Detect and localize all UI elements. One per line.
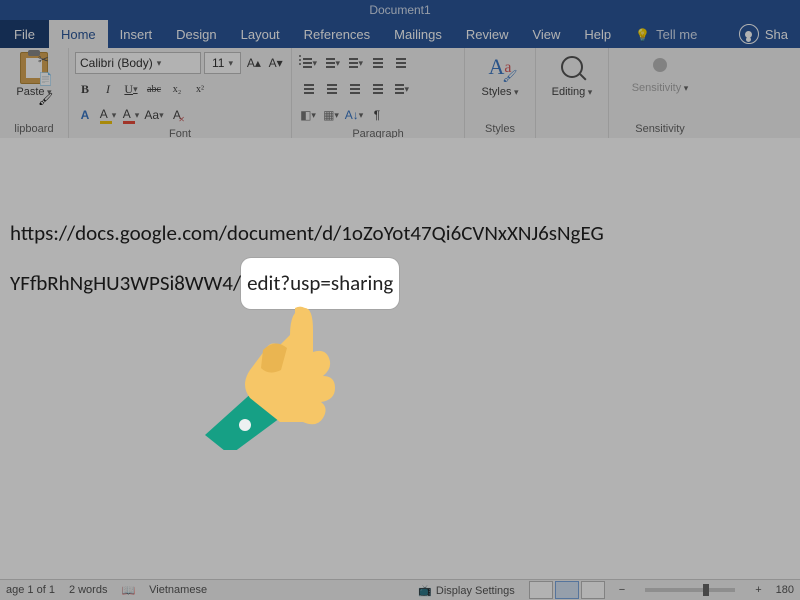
bullets-button[interactable] [298, 52, 318, 74]
url-line2a[interactable]: YFfbRhNgHU3WPSi8WW4/ [10, 270, 241, 296]
tab-review[interactable]: Review [454, 20, 521, 48]
font-color-button[interactable]: A [121, 104, 141, 126]
lightbulb-icon [635, 27, 650, 42]
strikethrough-button[interactable]: abc [144, 78, 164, 100]
align-center-button[interactable] [321, 78, 341, 100]
editing-button[interactable]: Editing [552, 86, 593, 98]
tell-me[interactable]: Tell me [623, 20, 709, 48]
subscript-button[interactable]: x₂ [167, 78, 187, 100]
format-painter-icon[interactable] [38, 92, 52, 106]
editing-group-label [570, 121, 573, 137]
shading-button[interactable]: ◧ [298, 104, 318, 126]
zoom-slider[interactable] [645, 588, 735, 592]
copy-icon[interactable] [38, 72, 52, 86]
highlight-color-button[interactable]: A [98, 104, 118, 126]
clear-format-button[interactable]: A✕ [167, 104, 187, 126]
zoom-percent[interactable]: 180 [776, 584, 794, 596]
cut-icon[interactable] [38, 52, 52, 66]
group-font: Calibri (Body) 11 A▴ A▾ B I U abc x₂ x² … [69, 48, 292, 138]
tab-mailings[interactable]: Mailings [382, 20, 454, 48]
sort-button[interactable]: A↓ [344, 104, 364, 126]
sensitivity-icon [653, 58, 667, 72]
ribbon-tabs: File Home Insert Design Layout Reference… [0, 20, 800, 48]
tab-home[interactable]: Home [49, 20, 108, 48]
tell-me-label: Tell me [656, 27, 697, 42]
proofing-icon[interactable] [121, 584, 135, 597]
tab-view[interactable]: View [520, 20, 572, 48]
title-bar: Document1 [0, 0, 800, 20]
word-count[interactable]: 2 words [69, 584, 108, 596]
superscript-button[interactable]: x² [190, 78, 210, 100]
share-label: Sha [765, 27, 788, 42]
decrease-indent-button[interactable] [367, 52, 387, 74]
find-icon[interactable] [561, 56, 583, 78]
styles-group-label: Styles [485, 121, 515, 137]
shrink-font-button[interactable]: A▾ [266, 52, 285, 74]
url-highlighted-segment[interactable]: edit?usp=sharing [241, 258, 399, 308]
tab-design[interactable]: Design [164, 20, 228, 48]
share-button[interactable]: Sha [727, 20, 800, 48]
url-line1[interactable]: https://docs.google.com/document/d/1oZoY… [10, 220, 604, 246]
tab-file[interactable]: File [0, 20, 49, 48]
group-styles: Aa🖌 Styles Styles [465, 48, 536, 138]
language-indicator[interactable]: Vietnamese [149, 584, 207, 596]
tab-insert[interactable]: Insert [108, 20, 165, 48]
person-icon [739, 24, 759, 44]
ribbon: Paste lipboard Calibri (Body) 11 A▴ A▾ B… [0, 48, 800, 139]
print-layout-button[interactable] [555, 581, 579, 599]
document-canvas[interactable]: https://docs.google.com/document/d/1oZoY… [0, 138, 800, 580]
page-indicator[interactable]: age 1 of 1 [6, 584, 55, 596]
tab-references[interactable]: References [292, 20, 382, 48]
multilevel-list-button[interactable] [344, 52, 364, 74]
clipboard-group-label: lipboard [6, 121, 62, 137]
display-icon [418, 585, 436, 597]
text-effects-button[interactable]: A [75, 104, 95, 126]
group-paragraph: ◧ ▦ A↓ ¶ Paragraph [292, 48, 465, 138]
align-left-button[interactable] [298, 78, 318, 100]
tab-layout[interactable]: Layout [229, 20, 292, 48]
web-layout-button[interactable] [581, 581, 605, 599]
group-sensitivity: Sensitivity Sensitivity [609, 48, 711, 138]
show-marks-button[interactable]: ¶ [367, 104, 387, 126]
zoom-out-button[interactable]: − [619, 584, 625, 596]
view-buttons [529, 581, 605, 599]
zoom-in-button[interactable]: + [755, 584, 761, 596]
borders-button[interactable]: ▦ [321, 104, 341, 126]
tab-help[interactable]: Help [572, 20, 623, 48]
increase-indent-button[interactable] [390, 52, 410, 74]
grow-font-button[interactable]: A▴ [244, 52, 263, 74]
align-right-button[interactable] [344, 78, 364, 100]
styles-icon[interactable]: Aa🖌 [487, 52, 514, 82]
bold-button[interactable]: B [75, 78, 95, 100]
line-spacing-button[interactable] [390, 78, 410, 100]
paste-button[interactable]: Paste [6, 52, 62, 98]
font-size-combo[interactable]: 11 [204, 52, 242, 74]
document-text[interactable]: https://docs.google.com/document/d/1oZoY… [10, 208, 780, 309]
font-name-combo[interactable]: Calibri (Body) [75, 52, 201, 74]
display-settings[interactable]: Display Settings [418, 584, 515, 597]
justify-button[interactable] [367, 78, 387, 100]
underline-button[interactable]: U [121, 78, 141, 100]
sensitivity-button: Sensitivity [632, 82, 689, 94]
group-editing: Editing [536, 48, 609, 138]
status-bar: age 1 of 1 2 words Vietnamese Display Se… [0, 579, 800, 600]
zoom-thumb[interactable] [703, 584, 709, 596]
italic-button[interactable]: I [98, 78, 118, 100]
numbering-button[interactable] [321, 52, 341, 74]
change-case-button[interactable]: Aa [144, 104, 164, 126]
document-title: Document1 [369, 3, 430, 17]
read-mode-button[interactable] [529, 581, 553, 599]
group-clipboard: Paste lipboard [0, 48, 69, 138]
sensitivity-group-label: Sensitivity [635, 121, 685, 137]
styles-button[interactable]: Styles [482, 86, 519, 98]
